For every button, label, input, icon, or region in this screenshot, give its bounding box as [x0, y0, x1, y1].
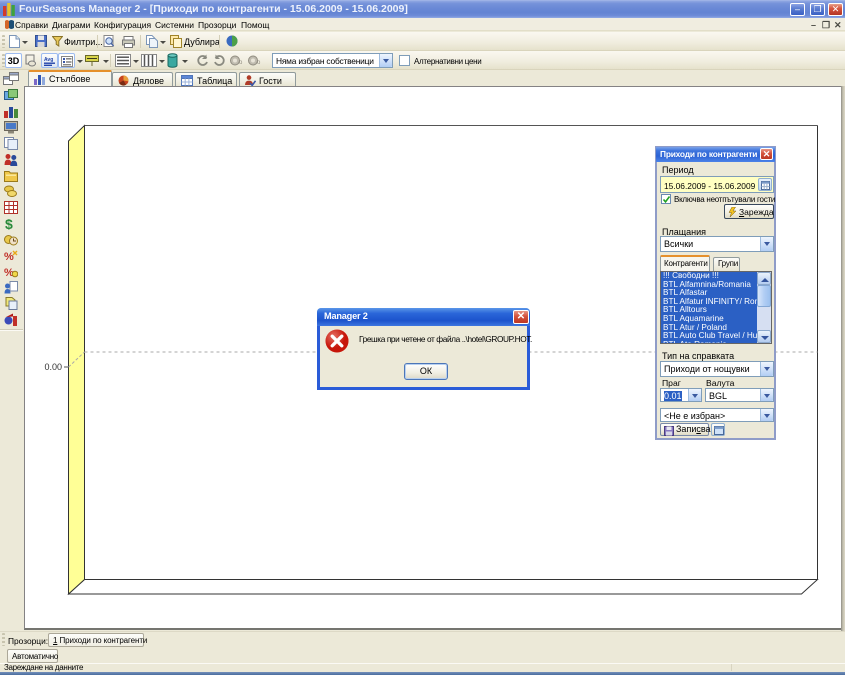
svg-text:Avg: Avg	[44, 57, 53, 63]
svg-text:o: o	[257, 60, 261, 66]
svg-text:$: $	[5, 217, 13, 230]
svg-text:%: %	[4, 251, 14, 262]
svg-text:o: o	[239, 60, 243, 66]
svg-text:0.00: 0.00	[44, 362, 62, 372]
